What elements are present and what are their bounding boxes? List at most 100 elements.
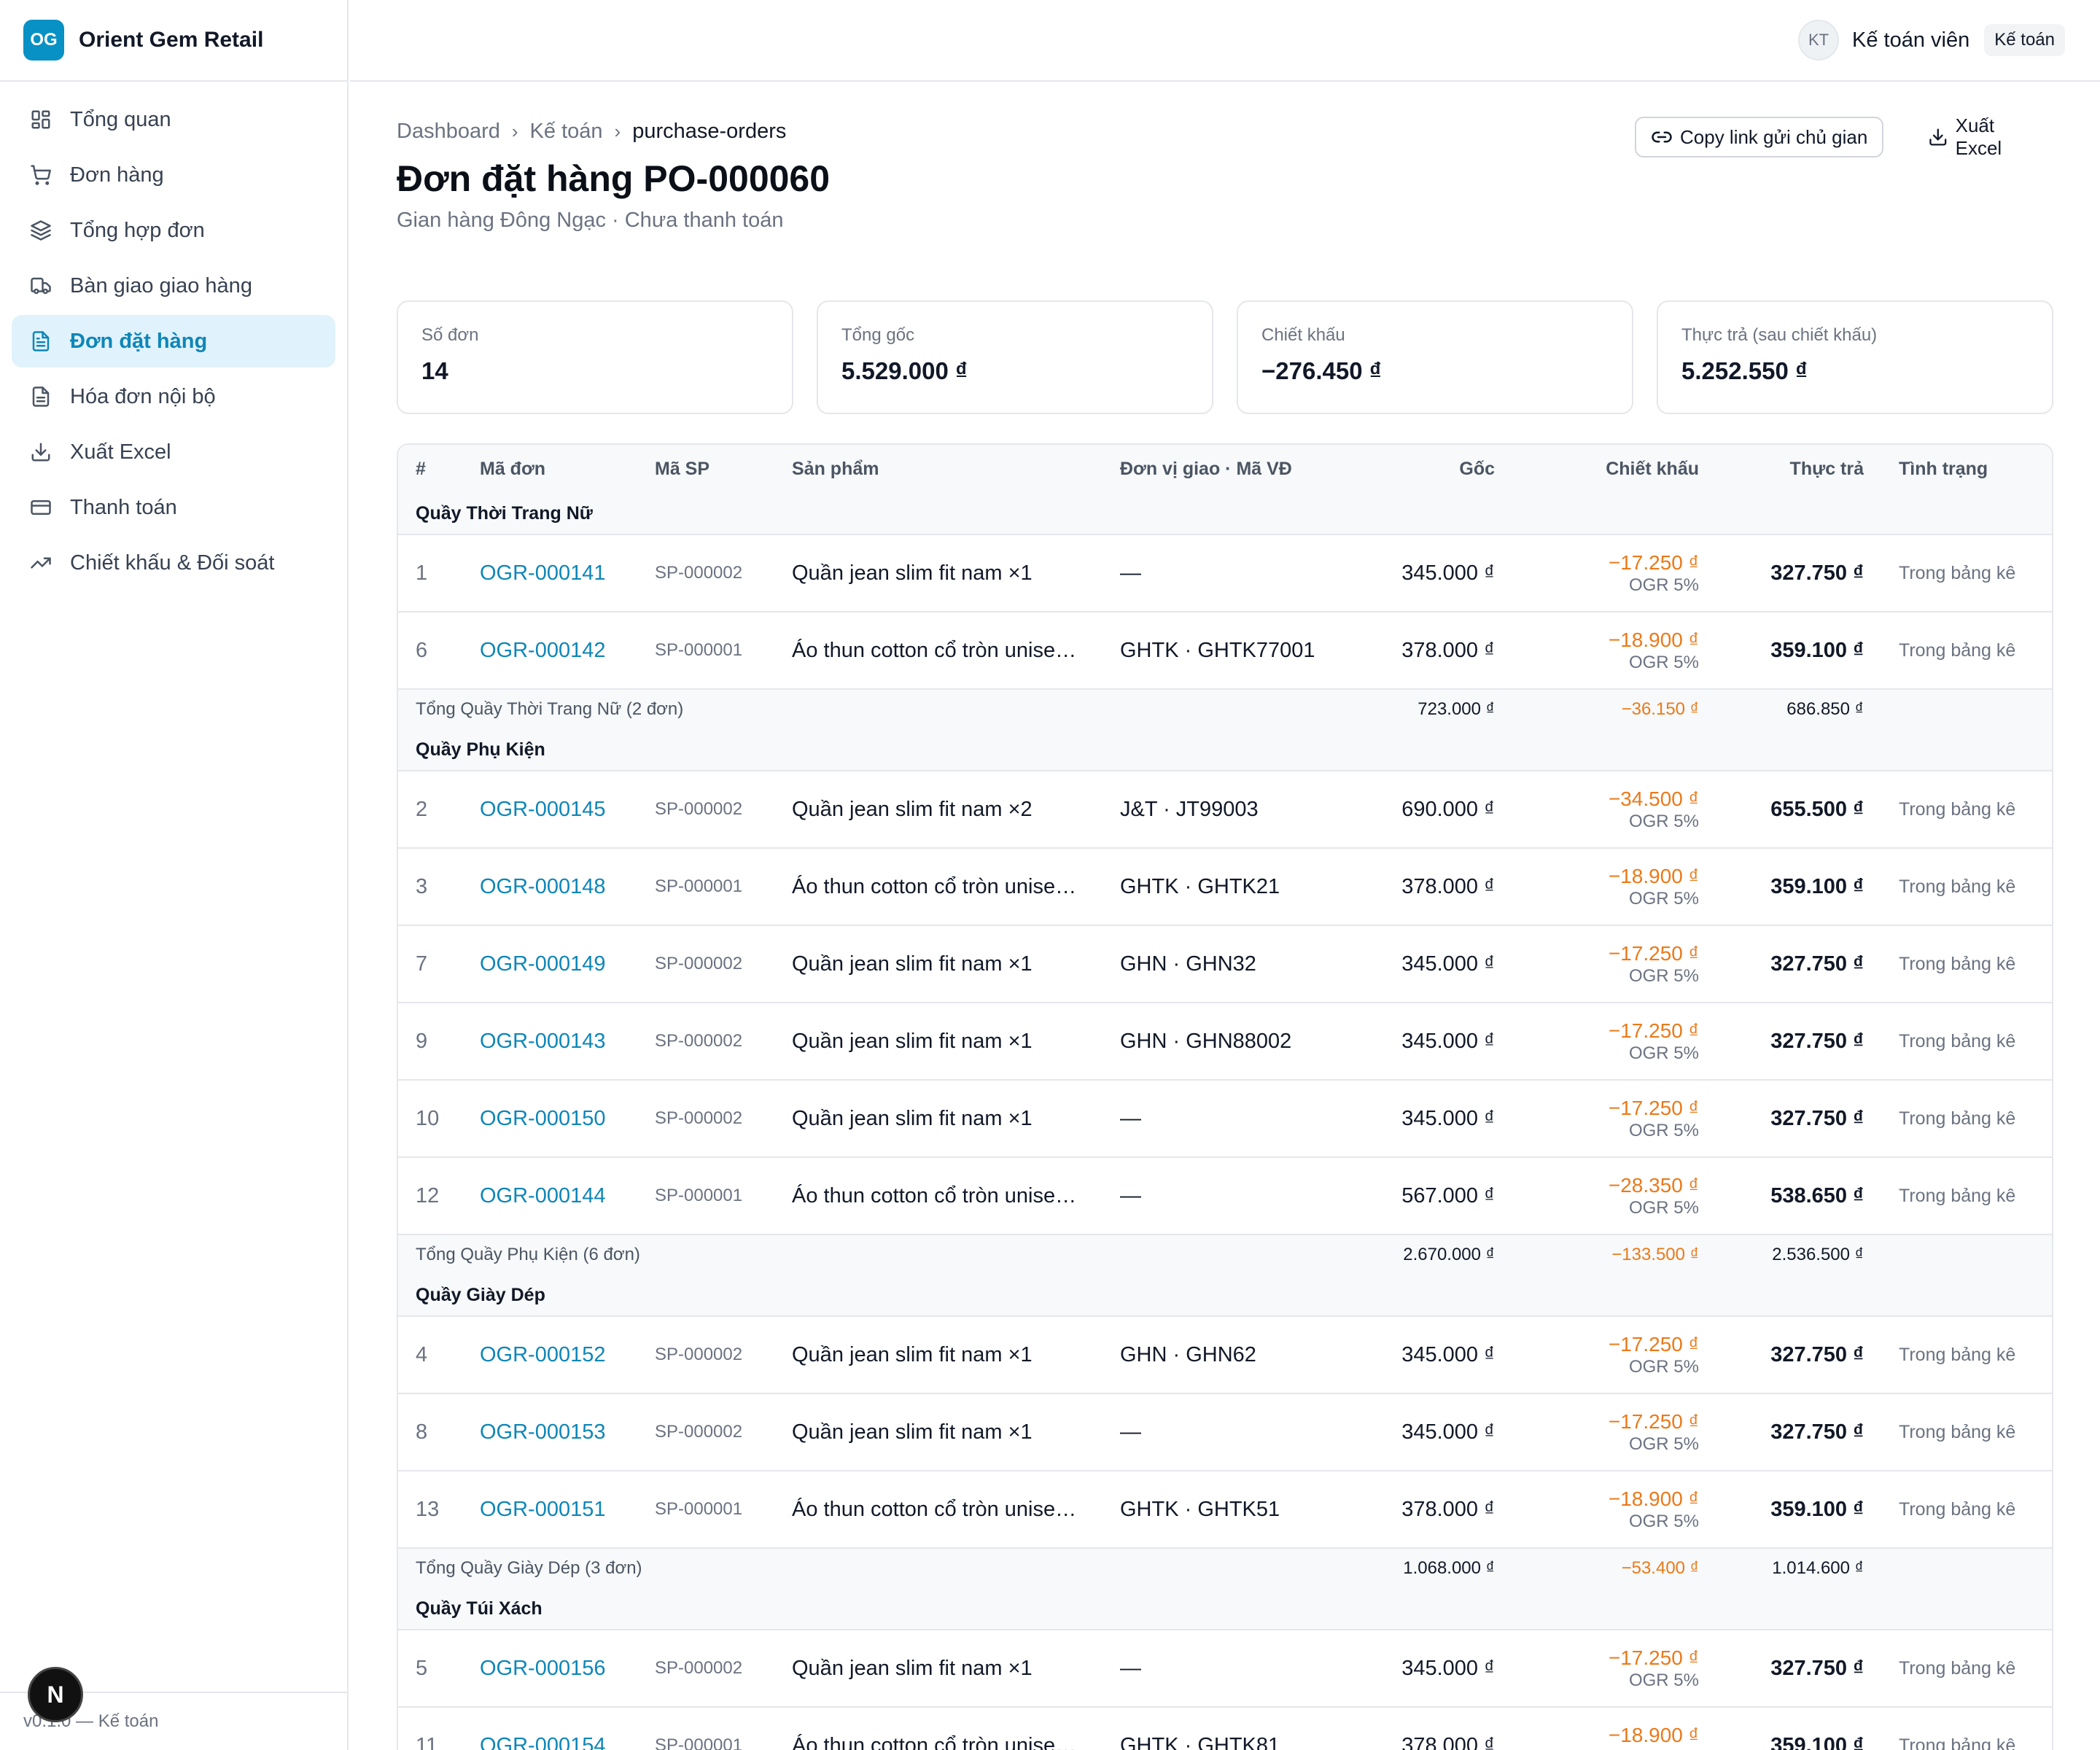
- file-text-icon: [29, 330, 52, 353]
- table-row[interactable]: 12 OGR-000144 SP-000001 Áo thun cotton cổ t…: [398, 1156, 2052, 1234]
- sidebar-item-7[interactable]: Thanh toán: [12, 481, 335, 534]
- file-icon: [29, 385, 52, 408]
- stat-label: Tổng gốc: [841, 325, 915, 345]
- sidebar-item-label: Tổng hợp đơn: [70, 218, 205, 242]
- header-code[interactable]: Mã đơn: [480, 459, 545, 480]
- discount-rule: OGR 5%: [1628, 1671, 1699, 1690]
- download-icon: [29, 440, 52, 464]
- order-code-link[interactable]: OGR-000149: [480, 952, 606, 976]
- header-status[interactable]: Tình trạng: [1899, 459, 1988, 480]
- header-gross[interactable]: Gốc: [1459, 459, 1495, 480]
- shipping-info: —: [1120, 1656, 1141, 1680]
- order-code-link[interactable]: OGR-000144: [480, 1184, 606, 1208]
- group-name: Quầy Phụ Kiện: [416, 739, 545, 760]
- table-row[interactable]: 13 OGR-000151 SP-000001 Áo thun cotton cổ t…: [398, 1470, 2052, 1547]
- table-row[interactable]: 8 OGR-000153 SP-000002 Quần jean slim fit n…: [398, 1393, 2052, 1470]
- breadcrumb-accounting[interactable]: Kế toán: [530, 120, 603, 144]
- row-index: 9: [416, 1029, 428, 1053]
- breadcrumb-dashboard[interactable]: Dashboard: [397, 120, 500, 144]
- product-name: Quần jean slim fit nam ×1: [792, 1106, 1032, 1130]
- next-dev-button[interactable]: N: [28, 1667, 83, 1722]
- table-row[interactable]: 10 OGR-000150 SP-000002 Quần jean slim fit …: [398, 1079, 2052, 1156]
- order-code-link[interactable]: OGR-000150: [480, 1107, 606, 1131]
- group-total-label: Tổng Quầy Thời Trang Nữ (2 đơn): [416, 699, 684, 719]
- sku-code: SP-000002: [655, 1658, 743, 1678]
- status-label: Trong bảng kê: [1899, 953, 2016, 974]
- header-net[interactable]: Thực trả: [1790, 459, 1864, 480]
- product-name: Quần jean slim fit nam ×2: [792, 797, 1032, 821]
- net-amount: 327.750 ₫: [1770, 1106, 1864, 1130]
- group-total-row: Tổng Quầy Thời Trang Nữ (2 đơn) 723.000 ₫…: [398, 688, 2052, 729]
- row-index: 7: [416, 952, 428, 976]
- export-excel-button[interactable]: Xuất Excel: [1913, 114, 2053, 159]
- group-name: Quầy Túi Xách: [416, 1598, 542, 1619]
- avatar[interactable]: KT: [1798, 20, 1840, 61]
- brand-logo: OG: [23, 20, 64, 61]
- table-row[interactable]: 1 OGR-000141 SP-000002 Quần jean slim fit n…: [398, 534, 2052, 611]
- stats-row: Số đơn 14 Tổng gốc 5.529.000 ₫ Chiết khấ…: [397, 300, 2053, 414]
- sidebar-item-0[interactable]: Tổng quan: [12, 93, 335, 146]
- gross-amount: 345.000 ₫: [1401, 1029, 1495, 1053]
- discount-cell: −17.250 ₫ OGR 5%: [1609, 941, 1699, 987]
- order-code-link[interactable]: OGR-000154: [480, 1734, 606, 1750]
- sku-code: SP-000002: [655, 799, 743, 819]
- net-amount: 327.750 ₫: [1770, 561, 1864, 585]
- discount-rule: OGR 5%: [1628, 1434, 1699, 1454]
- discount-amount: −17.250 ₫: [1608, 1097, 1699, 1119]
- table-row[interactable]: 9 OGR-000143 SP-000002 Quần jean slim fit n…: [398, 1002, 2052, 1079]
- group-total-gross: 2.670.000 ₫: [1403, 1245, 1495, 1264]
- order-code-link[interactable]: OGR-000145: [480, 798, 606, 822]
- order-code-link[interactable]: OGR-000143: [480, 1030, 606, 1054]
- net-amount: 327.750 ₫: [1770, 1656, 1864, 1680]
- table-row[interactable]: 3 OGR-000148 SP-000001 Áo thun cotton cổ tr…: [398, 847, 2052, 925]
- table-row[interactable]: 6 OGR-000142 SP-000001 Áo thun cotton cổ tr…: [398, 611, 2052, 688]
- header-discount[interactable]: Chiết khấu: [1606, 459, 1699, 480]
- sidebar-item-2[interactable]: Tổng hợp đơn: [12, 204, 335, 257]
- sidebar-item-6[interactable]: Xuất Excel: [12, 426, 335, 478]
- table-row[interactable]: 5 OGR-000156 SP-000002 Quần jean slim fit n…: [398, 1629, 2052, 1706]
- status-label: Trong bảng kê: [1899, 1030, 2016, 1051]
- stat-card-orders: Số đơn 14: [397, 300, 793, 414]
- group-total-row: Tổng Quầy Giày Dép (3 đơn) 1.068.000 ₫ −53…: [398, 1547, 2052, 1588]
- discount-amount: −17.250 ₫: [1608, 1410, 1699, 1433]
- trending-up-icon: [29, 551, 52, 575]
- gross-amount: 567.000 ₫: [1401, 1183, 1495, 1208]
- discount-rule: OGR 5%: [1628, 1121, 1699, 1140]
- order-code-link[interactable]: OGR-000141: [480, 561, 606, 586]
- order-code-link[interactable]: OGR-000148: [480, 875, 606, 899]
- discount-cell: −34.500 ₫ OGR 5%: [1609, 787, 1699, 832]
- sidebar-item-4[interactable]: Đơn đặt hàng: [12, 315, 335, 368]
- order-code-link[interactable]: OGR-000151: [480, 1498, 606, 1522]
- order-code-link[interactable]: OGR-000156: [480, 1657, 606, 1681]
- gross-amount: 378.000 ₫: [1401, 1497, 1495, 1521]
- table-row[interactable]: 2 OGR-000145 SP-000002 Quần jean slim fit n…: [398, 770, 2052, 847]
- sidebar: OG Orient Gem Retail Tổng quan Đơn hàng Tổ…: [0, 0, 349, 1750]
- header-ship[interactable]: Đơn vị giao · Mã VĐ: [1120, 459, 1292, 480]
- table-row[interactable]: 4 OGR-000152 SP-000002 Quần jean slim fit n…: [398, 1315, 2052, 1393]
- sidebar-item-1[interactable]: Đơn hàng: [12, 149, 335, 201]
- order-code-link[interactable]: OGR-000153: [480, 1420, 606, 1444]
- header-product[interactable]: Sản phẩm: [792, 459, 1084, 480]
- sidebar-item-5[interactable]: Hóa đơn nội bộ: [12, 370, 335, 423]
- discount-cell: −18.900 ₫OGR 5%: [1609, 864, 1699, 909]
- shipping-info: —: [1120, 1183, 1141, 1208]
- brand[interactable]: OG Orient Gem Retail: [0, 0, 347, 82]
- stat-value: 14: [421, 357, 448, 384]
- sidebar-item-3[interactable]: Bàn giao giao hàng: [12, 260, 335, 312]
- discount-amount: −17.250 ₫: [1608, 942, 1699, 965]
- shipping-info: J&T · JT99003: [1120, 797, 1259, 821]
- product-name: Quần jean slim fit nam ×1: [792, 1656, 1032, 1680]
- table-row[interactable]: 7 OGR-000149 SP-000002 Quần jean slim fit n…: [398, 925, 2052, 1002]
- page-title: Đơn đặt hàng PO-000060: [397, 158, 831, 199]
- shipping-info: GHTK · GHTK77001: [1120, 638, 1315, 662]
- sidebar-item-8[interactable]: Chiết khấu & Đối soát: [12, 537, 335, 589]
- order-code-link[interactable]: OGR-000142: [480, 639, 606, 663]
- copy-link-button[interactable]: Copy link gửi chủ gian: [1635, 117, 1884, 158]
- table-row[interactable]: 11 OGR-000154 SP-000001 Áo thun cotton cổ t…: [398, 1706, 2052, 1750]
- header-sku[interactable]: Mã SP: [655, 459, 709, 480]
- stat-label: Thực trả (sau chiết khấu): [1681, 325, 1878, 345]
- stat-label: Chiết khấu: [1261, 325, 1345, 345]
- order-code-link[interactable]: OGR-000152: [480, 1343, 606, 1367]
- discount-cell: −17.250 ₫ OGR 5%: [1609, 1409, 1699, 1455]
- shipping-info: GHTK · GHTK21: [1120, 874, 1280, 898]
